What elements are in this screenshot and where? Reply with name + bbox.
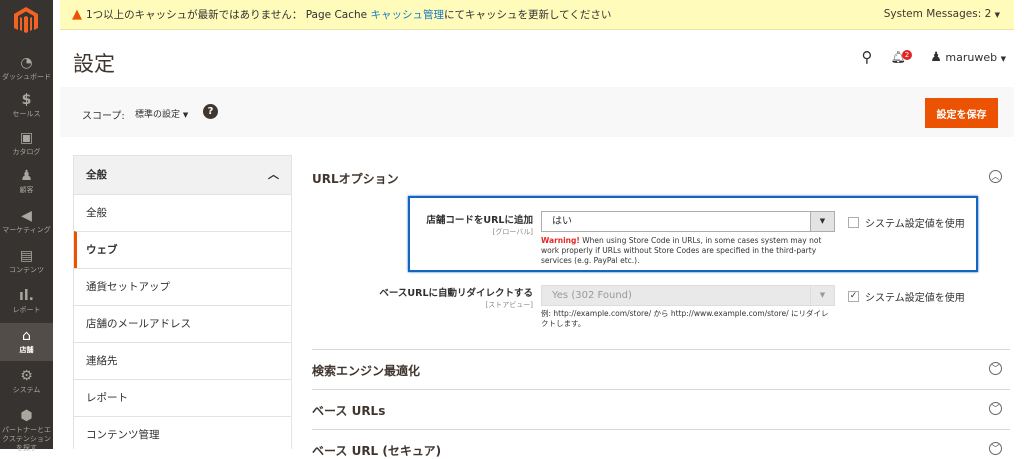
caret-down-icon: ▼ (810, 286, 834, 305)
auto-redirect-select[interactable]: Yes (302 Found) ▼ (541, 285, 835, 306)
section-base-urls-secure[interactable]: ベース URL (セキュア) ﹀ (312, 442, 1010, 459)
cache-management-link[interactable]: キャッシュ管理 (370, 9, 444, 21)
notification-badge: 2 (901, 50, 913, 60)
user-icon: ♟ (930, 49, 942, 65)
warning-icon: ▲ (72, 7, 82, 22)
tab-contacts[interactable]: 連絡先 (74, 342, 291, 379)
tab-reports[interactable]: レポート (74, 379, 291, 416)
section-url-options[interactable]: URLオプション ︿ (312, 170, 1010, 187)
caret-down-icon: ▼ (1000, 54, 1006, 63)
person-icon: ♟ (20, 168, 33, 184)
cube-icon: ⬢ (20, 408, 33, 424)
help-icon[interactable]: ? (203, 104, 218, 119)
caret-down-icon: ▼ (994, 11, 1000, 19)
chevron-down-icon: ﹀ (989, 402, 1002, 415)
magento-logo[interactable] (13, 6, 39, 34)
admin-sidebar: ◔ ダッシュボード $ セールス ▣ カタログ ♟ 顧客 ◀ マーケティング ▤ コンテンツ… (0, 0, 53, 452)
box-icon: ▣ (19, 130, 34, 146)
nav-reports[interactable]: ıl. レポート (0, 288, 53, 324)
chevron-up-icon: ︿ (268, 168, 279, 181)
nav-partners[interactable]: ⬢ パートナーとエクステンションを探す (0, 408, 53, 452)
megaphone-icon: ◀ (21, 208, 32, 224)
auto-redirect-label: ベースURLに自動リダイレクトする [ストアビュー] (379, 288, 533, 309)
auto-redirect-use-system[interactable]: ✓ システム設定値を使用 (848, 289, 965, 304)
dashboard-icon: ◔ (20, 55, 33, 71)
user-menu[interactable]: ♟ maruweb ▼ (930, 50, 1006, 65)
scope-bar: スコープ: 標準の設定 ▼ ? 設定を保存 (60, 87, 1014, 137)
bar-chart-icon: ıl. (19, 288, 34, 304)
notifications-button[interactable]: 🔔︎2 (891, 50, 913, 64)
system-message-bar: ▲ 1つ以上のキャッシュが最新ではありません： Page Cache キャッシュ管… (60, 0, 1014, 30)
nav-customers[interactable]: ♟ 顧客 (0, 168, 53, 204)
nav-marketing[interactable]: ◀ マーケティング (0, 208, 53, 244)
store-icon: ⌂ (22, 328, 31, 344)
store-code-label: 店舗コードをURLに追加 [グローバル] (426, 215, 533, 236)
section-seo[interactable]: 検索エンジン最適化 ﹀ (312, 362, 1010, 379)
divider (312, 429, 1010, 430)
checkbox[interactable] (848, 217, 859, 228)
section-base-urls[interactable]: ベース URLs ﹀ (312, 402, 1010, 419)
search-icon[interactable]: ⚲ (862, 48, 873, 66)
checkbox-checked[interactable]: ✓ (848, 291, 859, 302)
config-tabs: 全般 ︿ 全般 ウェブ 通貨セットアップ 店舗のメールアドレス 連絡先 レポート … (73, 155, 292, 449)
page-title: 設定 (73, 52, 115, 76)
caret-down-icon: ▼ (810, 212, 834, 231)
nav-stores[interactable]: ⌂ 店舗 (0, 323, 53, 361)
scope-switcher[interactable]: 標準の設定 ▼ (135, 107, 188, 120)
nav-sales[interactable]: $ セールス (0, 92, 53, 128)
caret-down-icon: ▼ (182, 111, 189, 119)
tab-web[interactable]: ウェブ (74, 231, 291, 268)
tab-store-email[interactable]: 店舗のメールアドレス (74, 305, 291, 342)
tab-group-general[interactable]: 全般 ︿ (74, 156, 291, 194)
nav-dashboard[interactable]: ◔ ダッシュボード (0, 55, 53, 91)
nav-content[interactable]: ▤ コンテンツ (0, 248, 53, 284)
layout-icon: ▤ (19, 248, 34, 264)
tab-content-management[interactable]: コンテンツ管理 (74, 416, 291, 453)
store-code-use-system[interactable]: システム設定値を使用 (848, 215, 965, 230)
store-code-select[interactable]: はい ▼ (541, 211, 835, 232)
divider (312, 389, 1010, 390)
save-config-button[interactable]: 設定を保存 (925, 98, 998, 128)
nav-catalog[interactable]: ▣ カタログ (0, 130, 53, 166)
dollar-icon: $ (21, 92, 32, 108)
divider (312, 349, 1010, 350)
nav-system[interactable]: ⚙ システム (0, 368, 53, 404)
gear-icon: ⚙ (20, 368, 33, 384)
auto-redirect-note: 例: http://example.com/store/ から http://w… (541, 309, 829, 328)
tab-general[interactable]: 全般 (74, 194, 291, 231)
chevron-down-icon: ﹀ (989, 362, 1002, 375)
store-code-warning: Warning! When using Store Code in URLs, … (541, 236, 822, 265)
tab-currency-setup[interactable]: 通貨セットアップ (74, 268, 291, 305)
chevron-up-icon: ︿ (989, 170, 1002, 183)
system-messages-dropdown[interactable]: System Messages: 2 ▼ (884, 0, 1000, 30)
